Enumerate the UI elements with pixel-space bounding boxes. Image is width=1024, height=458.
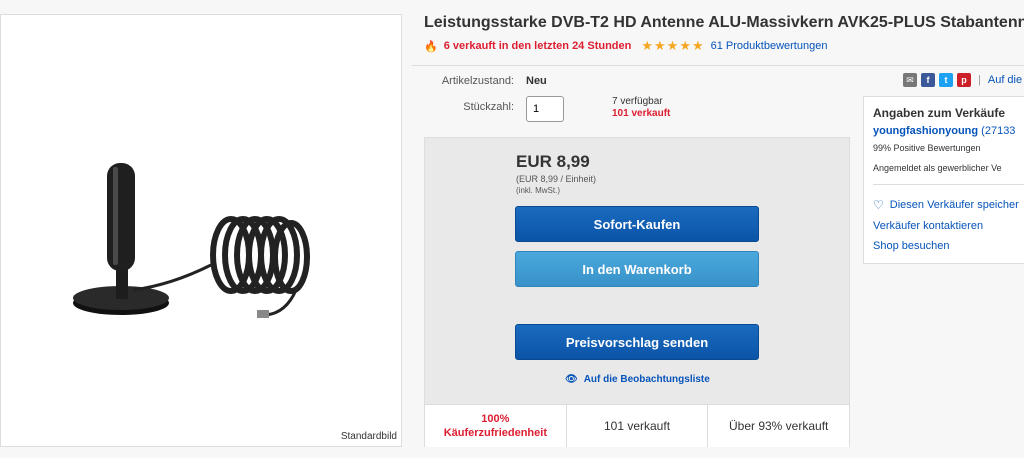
facebook-icon[interactable]: f: [921, 73, 935, 87]
image-caption: Standardbild: [340, 431, 397, 442]
separator: |: [978, 74, 981, 86]
product-image: [73, 163, 310, 318]
contact-seller-link[interactable]: Verkäufer kontaktieren: [873, 220, 983, 232]
satisfaction-stat: 100% Käuferzufriedenheit: [425, 405, 567, 447]
price: EUR 8,99: [516, 152, 590, 171]
save-seller-label: Diesen Verkäufer speicher: [889, 199, 1019, 211]
satisfaction-pct: 100%: [481, 413, 510, 425]
available-text: 7 verfügbar: [612, 96, 663, 107]
reviews-link[interactable]: 61 Produktbewertungen: [711, 40, 828, 52]
sold-recent-text: 6 verkauft in den letzten 24 Stunden: [443, 40, 632, 52]
save-seller-link[interactable]: ♡ Diesen Verkäufer speicher: [873, 198, 1019, 212]
over-sold-stat: Über 93% verkauft: [728, 419, 829, 433]
buy-box: [424, 137, 850, 447]
product-subtitle: 🔥 6 verkauft in den letzten 24 Stunden ★…: [424, 38, 828, 54]
quantity-label: Stückzahl:: [463, 101, 514, 113]
watchlist-top-link[interactable]: Auf die: [988, 74, 1022, 86]
seller-name-row: youngfashionyoung (27133: [873, 125, 1015, 137]
seller-positive: 99% Positive Bewertungen: [873, 143, 981, 153]
product-title: Leistungsstarke DVB-T2 HD Antenne ALU-Ma…: [424, 14, 1024, 31]
mail-icon[interactable]: ✉: [903, 73, 917, 87]
price-per-unit: (EUR 8,99 / Einheit): [516, 174, 597, 184]
product-image-panel[interactable]: Standardbild: [0, 14, 402, 447]
rating-stars-icon[interactable]: ★★★★★: [641, 38, 704, 54]
pinterest-icon[interactable]: p: [957, 73, 971, 87]
divider: [412, 65, 1024, 66]
satisfaction-label: Käuferzufriedenheit: [443, 427, 547, 439]
twitter-icon[interactable]: t: [939, 73, 953, 87]
seller-commercial: Angemeldet als gewerblicher Ve: [873, 163, 1002, 173]
stats-bar: 100% Käuferzufriedenheit 101 verkauft Üb…: [425, 404, 849, 447]
watchlist-link[interactable]: 👁 Auf die Beobachtungsliste: [565, 374, 710, 385]
condition-value: Neu: [526, 75, 547, 87]
add-to-cart-button[interactable]: In den Warenkorb: [515, 251, 759, 287]
sold-total-text: 101 verkauft: [612, 108, 671, 119]
visit-shop-link[interactable]: Shop besuchen: [873, 240, 949, 252]
seller-feedback-count[interactable]: (27133: [981, 125, 1015, 137]
tax-note: (inkl. MwSt.): [516, 186, 560, 195]
quantity-input[interactable]: [526, 96, 564, 122]
seller-title: Angaben zum Verkäufe: [873, 106, 1006, 120]
condition-label: Artikelzustand:: [441, 75, 514, 87]
eye-icon: 👁: [565, 374, 578, 385]
share-row: ✉ f t p | Auf die: [903, 73, 1022, 87]
sold-stat: 101 verkauft: [567, 405, 709, 447]
fire-icon: 🔥: [424, 40, 438, 53]
buy-now-button[interactable]: Sofort-Kaufen: [515, 206, 759, 242]
seller-divider: [873, 184, 1024, 185]
heart-icon: ♡: [873, 198, 884, 212]
seller-box: [863, 96, 1024, 264]
make-offer-button[interactable]: Preisvorschlag senden: [515, 324, 759, 360]
watchlist-label: Auf die Beobachtungsliste: [583, 374, 710, 385]
seller-name-link[interactable]: youngfashionyoung: [873, 125, 978, 137]
